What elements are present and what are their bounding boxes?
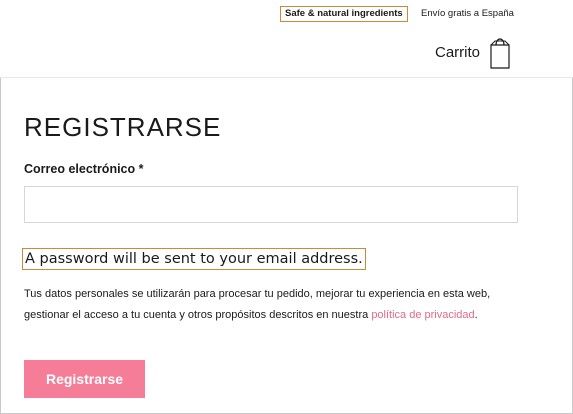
privacy-policy-link[interactable]: política de privacidad — [371, 309, 474, 321]
cart-button[interactable]: Carrito — [435, 34, 512, 70]
promo-badge: Safe & natural ingredients — [280, 6, 408, 22]
shopping-bag-icon — [490, 38, 510, 69]
register-button[interactable]: Registrarse — [24, 360, 145, 398]
privacy-notice: Tus datos personales se utilizarán para … — [24, 284, 534, 326]
email-field[interactable] — [24, 186, 518, 223]
password-note: A password will be sent to your email ad… — [22, 248, 366, 270]
email-label: Correo electrónico * — [24, 162, 144, 176]
free-shipping-text: Envío gratis a España — [421, 8, 514, 19]
page-title: REGISTRARSE — [24, 112, 222, 142]
cart-label: Carrito — [435, 43, 481, 61]
register-form: REGISTRARSE Correo electrónico * A passw… — [22, 112, 544, 398]
site-header: Safe & natural ingredients Envío gratis … — [0, 0, 573, 78]
privacy-text-end: . — [474, 309, 478, 321]
